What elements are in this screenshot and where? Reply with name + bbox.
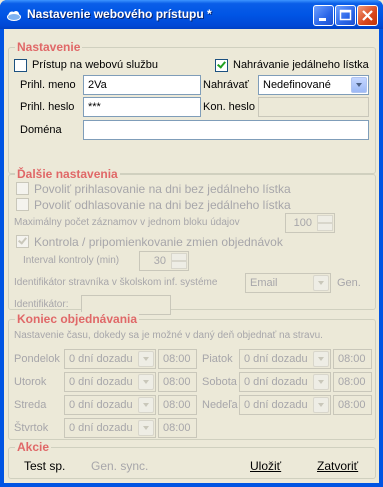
identifikator-system-combo[interactable]: Email — [245, 273, 331, 293]
day-label-sobota: Sobota — [202, 376, 237, 388]
odhlasovanie-checkbox[interactable] — [16, 198, 29, 211]
interval-value: 30 — [153, 255, 166, 267]
domena-input[interactable] — [83, 120, 369, 140]
day-label-nedela: Nedeľa — [202, 399, 238, 411]
odhlasovanie-label: Povoliť odhlasovanie na dni bez jedálneh… — [34, 198, 291, 212]
minimize-button[interactable] — [313, 5, 334, 26]
koniec-legend: Koniec objednávania — [15, 312, 140, 326]
zatvorit-button[interactable]: Zatvoriť — [317, 459, 358, 473]
pristup-checkbox[interactable] — [14, 59, 27, 72]
day-option-value: 0 dní dozadu — [69, 422, 133, 434]
identifikator-label: Identifikátor: — [14, 299, 69, 310]
cloud-app-icon — [7, 11, 21, 21]
max-zaznamov-value: 100 — [293, 217, 312, 229]
koniec-group: Koniec objednávania Nastavenie času, dok… — [8, 312, 376, 440]
day-label-streda: Streda — [14, 399, 47, 411]
close-button[interactable] — [357, 5, 378, 26]
max-zaznamov-spin[interactable]: 100 — [285, 213, 335, 233]
day-time-piatok[interactable]: 08:00 — [333, 349, 372, 369]
interval-label: Interval kontroly (min) — [23, 255, 120, 266]
max-zaznamov-label: Maximálny počet záznamov v jednom bloku … — [14, 217, 240, 228]
minimize-icon — [319, 18, 326, 21]
nastavenie-group: Nastavenie Prístup na webovú službu Nahr… — [8, 40, 376, 174]
day-option-value: 0 dní dozadu — [69, 353, 133, 365]
day-option-value: 0 dní dozadu — [244, 376, 308, 388]
day-option-value: 0 dní dozadu — [244, 399, 308, 411]
day-option-value: 0 dní dozadu — [69, 376, 133, 388]
chevron-down-icon[interactable] — [351, 77, 367, 93]
prihl-heslo-input[interactable]: *** — [83, 97, 201, 117]
dialog-body: Nastavenie Prístup na webovú službu Nahr… — [4, 29, 379, 483]
test-button[interactable]: Test sp. — [24, 459, 65, 473]
day-label-utorok: Utorok — [14, 376, 47, 388]
day-option-sobota[interactable]: 0 dní dozadu — [239, 372, 331, 392]
chevron-down-icon[interactable] — [313, 374, 329, 390]
nastavenie-legend: Nastavenie — [15, 40, 83, 54]
checkmark-icon — [18, 235, 27, 245]
spin-down-icon[interactable] — [317, 223, 333, 231]
chevron-down-icon[interactable] — [138, 374, 154, 390]
spin-up-icon[interactable] — [317, 215, 333, 223]
maximize-icon — [339, 9, 352, 21]
day-label-pondelok: Pondelok — [14, 353, 60, 365]
domena-label: Doména — [20, 124, 62, 136]
day-option-streda[interactable]: 0 dní dozadu — [64, 395, 156, 415]
kon-heslo-label: Kon. heslo — [203, 101, 255, 113]
chevron-down-icon[interactable] — [138, 351, 154, 367]
nahravanie-checkbox[interactable] — [215, 59, 228, 72]
kontrola-checkbox[interactable] — [16, 235, 29, 248]
checkmark-icon — [217, 59, 226, 69]
chevron-down-icon[interactable] — [313, 351, 329, 367]
prihl-heslo-label: Prihl. heslo — [20, 101, 75, 113]
nahravat-label: Nahrávať — [203, 79, 249, 91]
ulozit-button[interactable]: Uložiť — [250, 459, 281, 473]
spin-up-icon[interactable] — [171, 253, 187, 261]
window-frame: Nastavenie webového prístupu * Nastaveni… — [0, 0, 383, 487]
day-option-utorok[interactable]: 0 dní dozadu — [64, 372, 156, 392]
day-option-pondelok[interactable]: 0 dní dozadu — [64, 349, 156, 369]
prihl-meno-input[interactable]: 2Va — [83, 75, 201, 95]
chevron-down-icon[interactable] — [313, 275, 329, 291]
prihlasovanie-label: Povoliť prihlasovanie na dni bez jedálne… — [34, 182, 291, 196]
pristup-label: Prístup na webovú službu — [32, 59, 158, 71]
akcie-group: Akcie Test sp. Gen. sync. Uložiť Zatvori… — [8, 440, 376, 479]
day-label-stvrtok: Štvrtok — [14, 422, 49, 434]
gen-sync-button[interactable]: Gen. sync. — [91, 459, 148, 473]
close-icon — [362, 10, 373, 21]
gen-label: Gen. — [337, 277, 361, 289]
chevron-down-icon[interactable] — [138, 397, 154, 413]
day-time-utorok[interactable]: 08:00 — [158, 372, 197, 392]
kontrola-label: Kontrola / pripomienkovanie zmien objedn… — [34, 235, 283, 249]
kon-heslo-input — [258, 97, 369, 117]
maximize-button[interactable] — [335, 5, 356, 26]
day-time-sobota[interactable]: 08:00 — [333, 372, 372, 392]
chevron-down-icon[interactable] — [138, 420, 154, 436]
prihl-meno-label: Prihl. meno — [20, 79, 76, 91]
identifikator-system-label: Identifikátor stravníka v školskom inf. … — [14, 277, 218, 288]
day-option-stvrtok[interactable]: 0 dní dozadu — [64, 418, 156, 438]
title-bar[interactable]: Nastavenie webového prístupu * — [0, 0, 383, 29]
window-title: Nastavenie webového prístupu * — [27, 7, 212, 21]
dalsie-legend: Ďalšie nastavenia — [15, 167, 120, 181]
interval-spin[interactable]: 30 — [139, 251, 189, 271]
day-label-piatok: Piatok — [202, 353, 233, 365]
day-time-streda[interactable]: 08:00 — [158, 395, 197, 415]
day-time-stvrtok[interactable]: 08:00 — [158, 418, 197, 438]
prihlasovanie-checkbox[interactable] — [16, 182, 29, 195]
koniec-description: Nastavenie času, dokedy sa je možné v da… — [14, 330, 323, 341]
dalsie-group: Ďalšie nastavenia Povoliť prihlasovanie … — [8, 167, 376, 315]
chevron-down-icon[interactable] — [313, 397, 329, 413]
day-option-value: 0 dní dozadu — [244, 353, 308, 365]
day-option-nedela[interactable]: 0 dní dozadu — [239, 395, 331, 415]
day-option-piatok[interactable]: 0 dní dozadu — [239, 349, 331, 369]
identifikator-system-value: Email — [250, 277, 278, 289]
day-option-value: 0 dní dozadu — [69, 399, 133, 411]
nahravanie-label: Nahrávanie jedálneho lístka — [233, 59, 369, 71]
nahravat-combo[interactable]: Nedefinované — [258, 75, 369, 95]
nahravat-value: Nedefinované — [263, 79, 331, 91]
day-time-nedela[interactable]: 08:00 — [333, 395, 372, 415]
day-time-pondelok[interactable]: 08:00 — [158, 349, 197, 369]
akcie-legend: Akcie — [15, 440, 52, 454]
spin-down-icon[interactable] — [171, 261, 187, 269]
